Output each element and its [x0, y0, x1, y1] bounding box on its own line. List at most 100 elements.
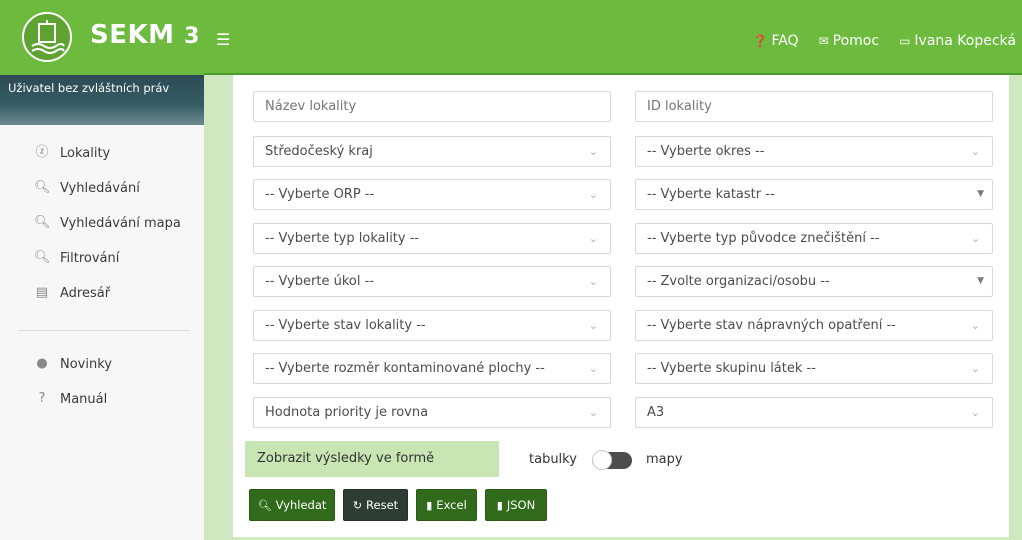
reset-button[interactable]: ↻ Reset	[343, 489, 408, 521]
search-icon: 🔍︎	[257, 498, 272, 512]
sidebar-item-label: Novinky	[60, 357, 112, 372]
logo-emblem-icon	[22, 12, 72, 62]
hamburger-menu-icon[interactable]: ☰	[216, 30, 230, 49]
app-logo[interactable]: SEKM 3	[0, 0, 204, 75]
sidebar-item-label: Manuál	[60, 392, 108, 407]
user-link[interactable]: ▭ Ivana Kopecká	[899, 33, 1016, 49]
sidebar-item-adresar[interactable]: ▤ Adresář	[0, 276, 204, 311]
sidebar-item-label: Lokality	[60, 146, 111, 161]
result-format-toggle[interactable]	[592, 450, 632, 470]
organizace-select[interactable]: -- Zvolte organizaci/osobu -- ▼	[635, 266, 993, 297]
rozmer-value: -- Vyberte rozměr kontaminované plochy -…	[265, 361, 545, 376]
app-name: SEKM	[90, 20, 175, 50]
stav-lokality-select[interactable]: -- Vyberte stav lokality -- ⌄	[253, 310, 611, 341]
search-icon: 🔍︎	[34, 180, 51, 195]
kraj-select[interactable]: Středočeský kraj ⌄	[253, 136, 611, 167]
toggle-knob	[592, 450, 612, 470]
lokalita-id-input[interactable]	[635, 91, 993, 122]
faq-label: FAQ	[771, 33, 799, 49]
help-label: Pomoc	[832, 33, 880, 49]
typ-puvodce-select[interactable]: -- Vyberte typ původce znečištění -- ⌄	[635, 223, 993, 254]
file-icon: ▮	[496, 498, 503, 512]
orp-select[interactable]: -- Vyberte ORP -- ⌄	[253, 179, 611, 210]
chevron-down-icon: ⌄	[588, 362, 598, 375]
priorita-operator-select[interactable]: Hodnota priority je rovna ⌄	[253, 397, 611, 428]
typ-puvodce-value: -- Vyberte typ původce znečištění --	[647, 231, 880, 246]
json-button[interactable]: ▮ JSON	[485, 489, 547, 521]
stav-opatreni-value: -- Vyberte stav nápravných opatření --	[647, 318, 896, 333]
latky-value: -- Vyberte skupinu látek --	[647, 361, 816, 376]
lokality-icon: ⓩ	[35, 145, 49, 160]
sidebar: SEKM 3 Uživatel bez zvláštních práv ⓩ Lo…	[0, 0, 204, 540]
rozmer-select[interactable]: -- Vyberte rozměr kontaminované plochy -…	[253, 353, 611, 384]
user-card-icon: ▭	[899, 34, 911, 48]
sidebar-item-vyhledavani[interactable]: 🔍︎ Vyhledávání	[0, 171, 204, 206]
toggle-label-tabulky: tabulky	[529, 452, 577, 467]
news-icon: ●	[36, 356, 48, 371]
user-name: Ivana Kopecká	[914, 33, 1016, 49]
question-icon: ❓	[752, 34, 768, 48]
search-icon: 🔍︎	[34, 250, 51, 265]
organizace-value: -- Zvolte organizaci/osobu --	[647, 274, 830, 289]
result-format-label: Zobrazit výsledky ve formě	[245, 441, 499, 477]
latky-select[interactable]: -- Vyberte skupinu látek -- ⌄	[635, 353, 993, 384]
chevron-down-icon: ⌄	[970, 406, 980, 419]
excel-button-label: Excel	[436, 498, 467, 512]
orp-value: -- Vyberte ORP --	[265, 187, 375, 202]
chevron-down-icon: ⌄	[588, 406, 598, 419]
chevron-down-icon: ⌄	[588, 319, 598, 332]
sidebar-item-label: Vyhledávání	[60, 181, 140, 196]
sidebar-menu-secondary: ● Novinky ? Manuál	[0, 347, 204, 417]
chevron-down-icon: ⌄	[970, 319, 980, 332]
priorita-value-select[interactable]: A3 ⌄	[635, 397, 993, 428]
app-version: 3	[184, 24, 200, 49]
app-title: SEKM 3	[90, 20, 200, 50]
reset-button-label: Reset	[366, 498, 399, 512]
excel-button[interactable]: ▮ Excel	[416, 489, 477, 521]
message-icon: ✉	[818, 34, 829, 48]
caret-down-icon: ▼	[977, 189, 984, 199]
json-button-label: JSON	[506, 498, 536, 512]
kraj-value: Středočeský kraj	[265, 144, 373, 159]
stav-opatreni-select[interactable]: -- Vyberte stav nápravných opatření -- ⌄	[635, 310, 993, 341]
chevron-down-icon: ⌄	[588, 188, 598, 201]
katastr-select[interactable]: -- Vyberte katastr -- ▼	[635, 179, 993, 210]
sidebar-item-filtrovani[interactable]: 🔍︎ Filtrování	[0, 241, 204, 276]
search-button[interactable]: 🔍︎ Vyhledat	[249, 489, 335, 521]
help-link[interactable]: ✉ Pomoc	[819, 33, 879, 49]
sidebar-item-novinky[interactable]: ● Novinky	[0, 347, 204, 382]
book-icon: ▤	[35, 285, 49, 300]
sidebar-item-lokality[interactable]: ⓩ Lokality	[0, 136, 204, 171]
lokalita-name-input[interactable]	[253, 91, 611, 122]
faq-link[interactable]: ❓ FAQ	[753, 33, 799, 49]
search-button-label: Vyhledat	[275, 498, 327, 512]
sidebar-item-vyhledavani-mapa[interactable]: 🔍︎ Vyhledávání mapa	[0, 206, 204, 241]
topbar-links: ❓ FAQ ✉ Pomoc ▭ Ivana Kopecká	[753, 33, 1017, 49]
ukol-value: -- Vyberte úkol --	[265, 274, 374, 289]
chevron-down-icon: ⌄	[588, 232, 598, 245]
stav-lokality-value: -- Vyberte stav lokality --	[265, 318, 426, 333]
sidebar-item-label: Filtrování	[60, 251, 120, 266]
sidebar-item-label: Adresář	[60, 286, 111, 301]
toggle-label-mapy: mapy	[646, 452, 683, 467]
typ-lokality-value: -- Vyberte typ lokality --	[265, 231, 420, 246]
chevron-down-icon: ⌄	[970, 232, 980, 245]
reset-icon: ↻	[352, 498, 363, 512]
chevron-down-icon: ⌄	[588, 275, 598, 288]
sidebar-item-label: Vyhledávání mapa	[60, 216, 181, 231]
typ-lokality-select[interactable]: -- Vyberte typ lokality -- ⌄	[253, 223, 611, 254]
help-icon: ?	[38, 391, 46, 406]
sidebar-item-manual[interactable]: ? Manuál	[0, 382, 204, 417]
caret-down-icon: ▼	[977, 276, 984, 286]
priorita-operator-value: Hodnota priority je rovna	[265, 405, 429, 420]
file-icon: ▮	[426, 498, 433, 512]
sidebar-divider	[18, 330, 190, 331]
sidebar-menu: ⓩ Lokality 🔍︎ Vyhledávání 🔍︎ Vyhledávání…	[0, 136, 204, 311]
chevron-down-icon: ⌄	[970, 145, 980, 158]
okres-select[interactable]: -- Vyberte okres -- ⌄	[635, 136, 993, 167]
chevron-down-icon: ⌄	[588, 145, 598, 158]
okres-value: -- Vyberte okres --	[647, 144, 765, 159]
ukol-select[interactable]: -- Vyberte úkol -- ⌄	[253, 266, 611, 297]
topbar: ☰ ❓ FAQ ✉ Pomoc ▭ Ivana Kopecká	[204, 0, 1022, 75]
priorita-value: A3	[647, 405, 665, 420]
